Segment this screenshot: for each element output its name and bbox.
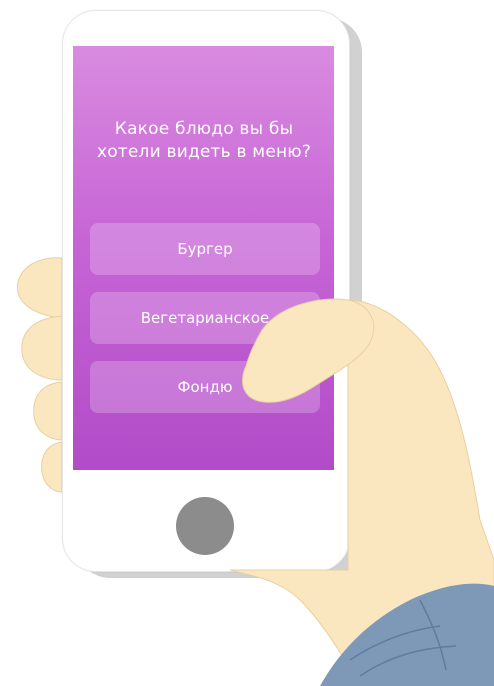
option-burger-button[interactable]: Бургер bbox=[90, 223, 320, 275]
illustration-scene: Какое блюдо вы бы хотели видеть в меню? … bbox=[0, 0, 494, 686]
option-vegetarian-button[interactable]: Вегетарианское bbox=[90, 292, 320, 344]
home-button[interactable] bbox=[176, 497, 234, 555]
option-fondue-button[interactable]: Фондю bbox=[90, 361, 320, 413]
quiz-question: Какое блюдо вы бы хотели видеть в меню? bbox=[96, 119, 312, 162]
